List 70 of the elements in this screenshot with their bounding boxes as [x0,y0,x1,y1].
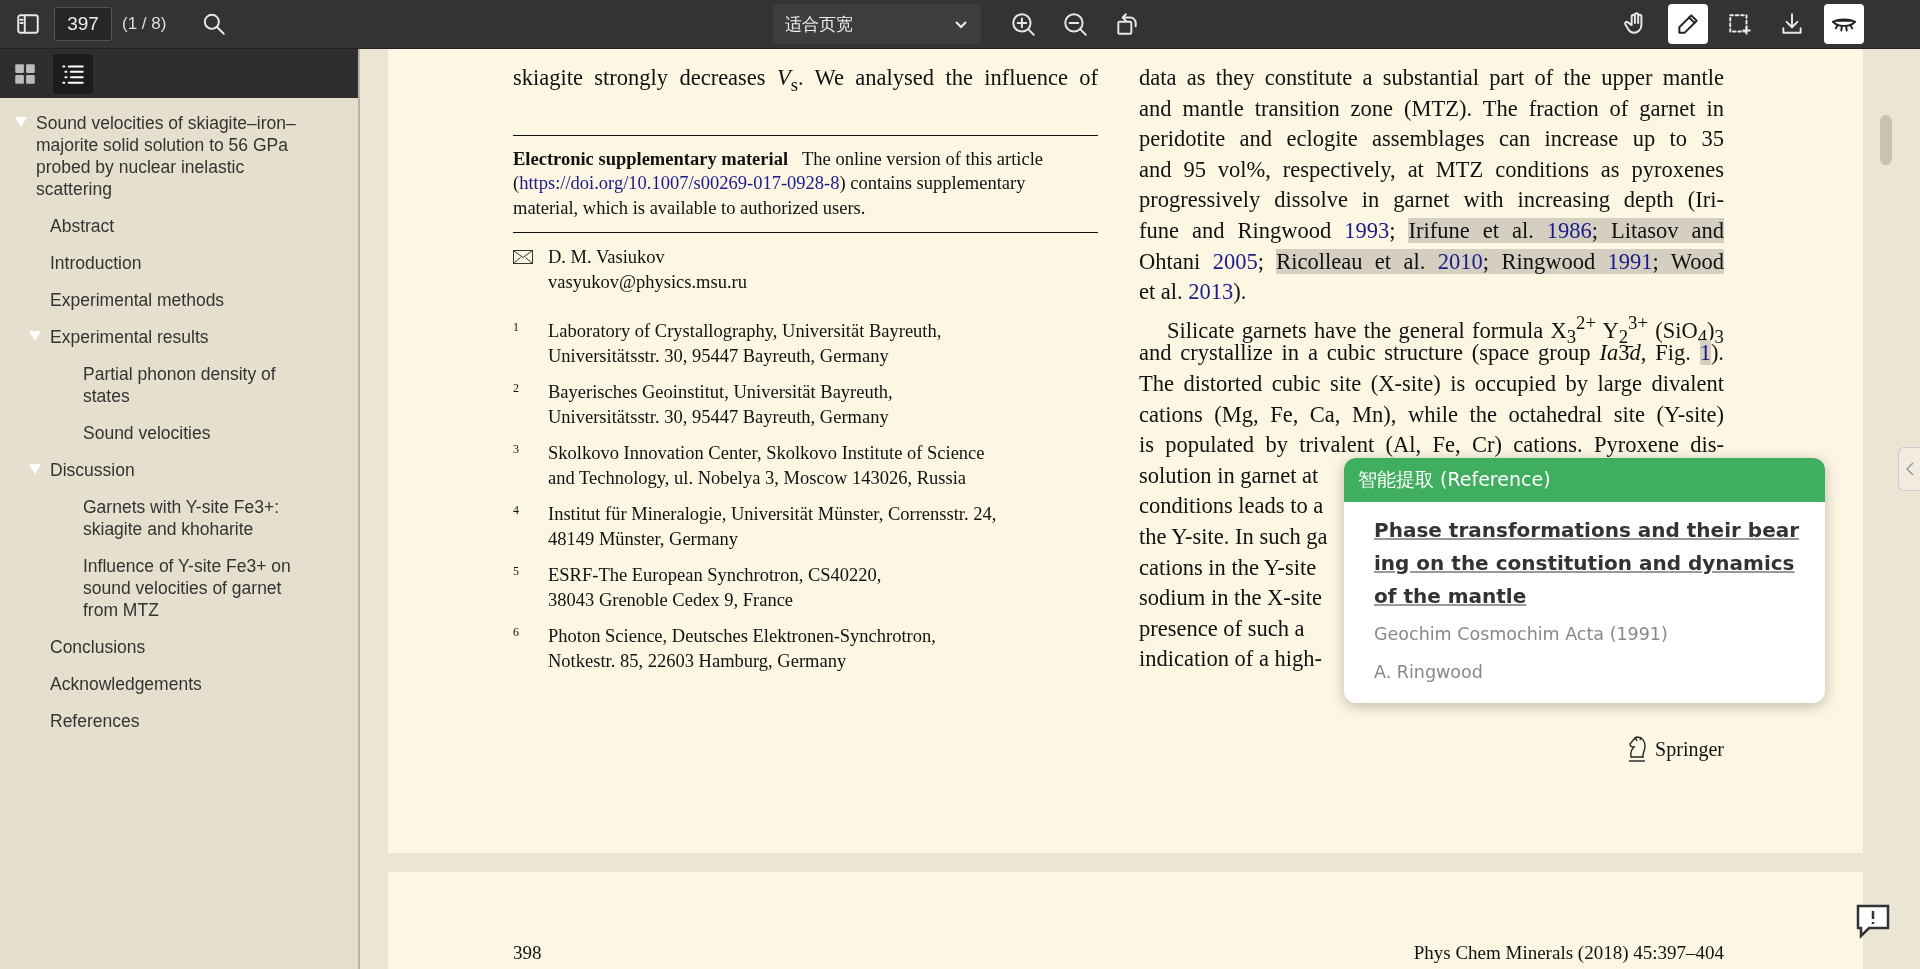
body-text-line: The distorted cubic site (X-site) is occupied by large divalent [1139,369,1724,398]
author-contact: D. M. Vasiukov vasyukov@physics.msu.ru [548,246,748,294]
outline-item[interactable]: Influence of Y-site Fe3+ on sound velocities of garnet from MTZ [83,555,293,621]
scrollbar-thumb[interactable] [1880,115,1892,165]
body-text-line: cations in the Y-site [1139,553,1317,582]
pen-icon[interactable] [1668,4,1708,44]
affiliation-text: Laboratory of Crystallography, Universität Bayreuth, Universitätsstr. 30, 95447 Bayreuth, Germany [548,320,943,368]
closed-eye-icon[interactable] [1824,4,1864,44]
outline-item[interactable]: Sound velocities [83,422,293,444]
body-text-line: progressively dissolve in garnet with increasing depth (Iri- [1139,186,1724,215]
running-head: Phys Chem Minerals (2018) 45:397–404 [1413,942,1724,965]
page-count: (1 / 8) [122,14,167,34]
footnote-number: 2 [513,380,520,398]
footnote-number: 3 [513,441,520,459]
outline-item[interactable]: Garnets with Y-site Fe3+: skiagite and khoharite [83,496,293,540]
citation-link[interactable]: 2010 [1437,248,1483,274]
citation-link[interactable]: 1 [1699,340,1711,366]
citation-link[interactable]: 2013 [1188,279,1234,305]
doi-link[interactable]: https://doi.org/10.1007/s00269-017-0928-8 [519,173,840,194]
body-text-line: and mantle transition zone (MTZ). The fraction of garnet in [1139,94,1724,123]
outline-item[interactable]: Acknowledgements [50,673,290,695]
body-text-line: and 95 vol%, respectively, at MTZ conditions as pyroxenes [1139,155,1724,184]
reference-journal: Geochim Cosmochim Acta (1991) [1374,623,1669,646]
reference-title-link[interactable]: Phase transformations and their bearing on the constitution and dynamics of the mantle [1374,514,1801,613]
zoom-mode-dropdown[interactable]: 适合页宽 [773,4,981,44]
footnote-number: 1 [513,319,520,337]
citation-link[interactable]: 2005 [1212,248,1258,274]
footnote-number: 5 [513,563,520,581]
body-text-line: et al. 2013). [1139,278,1248,307]
supplementary-note: Electronic supplementary material The online version of this article (https://doi.org/10.1007/s00269-017-0928-8) contains supplementary material, which is available to authorized users. [513,134,1098,234]
affiliation-text: Institut für Mineralogie, Universität Münster, Corrensstr. 24, 48149 Münster, Germany [548,503,998,551]
affiliation-text: ESRF-The European Synchrotron, CS40220, 38043 Grenoble Cedex 9, France [548,564,883,612]
body-text-line: cations (Mg, Fe, Ca, Mn), while the octahedral site (Y-site) [1139,400,1724,429]
body-text-line: is populated by trivalent (Al, Fe, Cr) cations. Pyroxene dis- [1139,431,1724,460]
outline-item[interactable]: Discussion [50,459,290,481]
footnote-number: 4 [513,502,520,520]
envelope-icon [513,250,533,265]
body-text-line: peridotite and eclogite assemblages can increase up to 35 [1139,125,1724,154]
outline-item[interactable]: Sound velocities of skiagite–iron–majorite solid solution to 56 GPa probed by nuclear inelastic scattering [36,112,311,200]
body-text-line: conditions leads to a [1139,492,1324,521]
body-text-line: fune and Ringwood 1993; Irifune et al. 1986; Litasov and [1139,216,1724,245]
affiliation-text: Photon Science, Deutsches Elektronen-Synchrotron, Notkestr. 85, 22603 Hamburg, Germany [548,625,937,673]
body-text-line: solution in garnet at [1139,461,1319,490]
affiliation-text: Bayerisches Geoinstitut, Universität Bayreuth, Universitätsstr. 30, 95447 Bayreuth, Germany [548,381,894,429]
affiliation-text: Skolkovo Innovation Center, Skolkovo Institute of Science and Technology, ul. Nobelya 3, Moscow 143026, Russia [548,442,986,490]
outline-item[interactable]: Experimental results [50,326,290,348]
page-number-field[interactable]: 397 [54,7,112,41]
body-text-line: skiagite strongly decreases V$_{s}$. We analysed the influence of [513,64,1098,94]
citation-link[interactable]: 1993 [1344,217,1390,243]
citation-link[interactable]: 1991 [1607,248,1653,274]
footnote-number: 6 [513,624,520,642]
outline-list-icon[interactable] [53,53,93,94]
outline-item[interactable]: Partial phonon density of states [83,363,293,407]
outline-item[interactable]: Introduction [50,252,290,274]
publisher-name: Springer [1655,737,1724,761]
outline-item[interactable]: Conclusions [50,636,290,658]
body-text-line: data as they constitute a substantial part of the upper mantle [1139,64,1724,92]
body-text-line: sodium in the X-site [1139,584,1323,613]
body-text-line: indication of a high- [1139,645,1323,674]
body-text-line: presence of such a [1139,614,1305,643]
outline-item[interactable]: Abstract [50,215,290,237]
citation-link[interactable]: 1986 [1546,217,1592,243]
outline-item[interactable]: Experimental methods [50,289,290,311]
page-number: 398 [513,942,542,965]
body-text-line: the Y-site. In such ga [1139,522,1328,551]
outline-item[interactable]: References [50,710,290,732]
body-text-line: Ohtani 2005; Ricolleau et al. 2010; Ringwood 1991; Wood [1139,247,1724,276]
reference-author: A. Ringwood [1374,661,1484,684]
feedback-icon[interactable] [1855,903,1891,939]
popup-header: 智能提取 (Reference) [1344,458,1825,502]
